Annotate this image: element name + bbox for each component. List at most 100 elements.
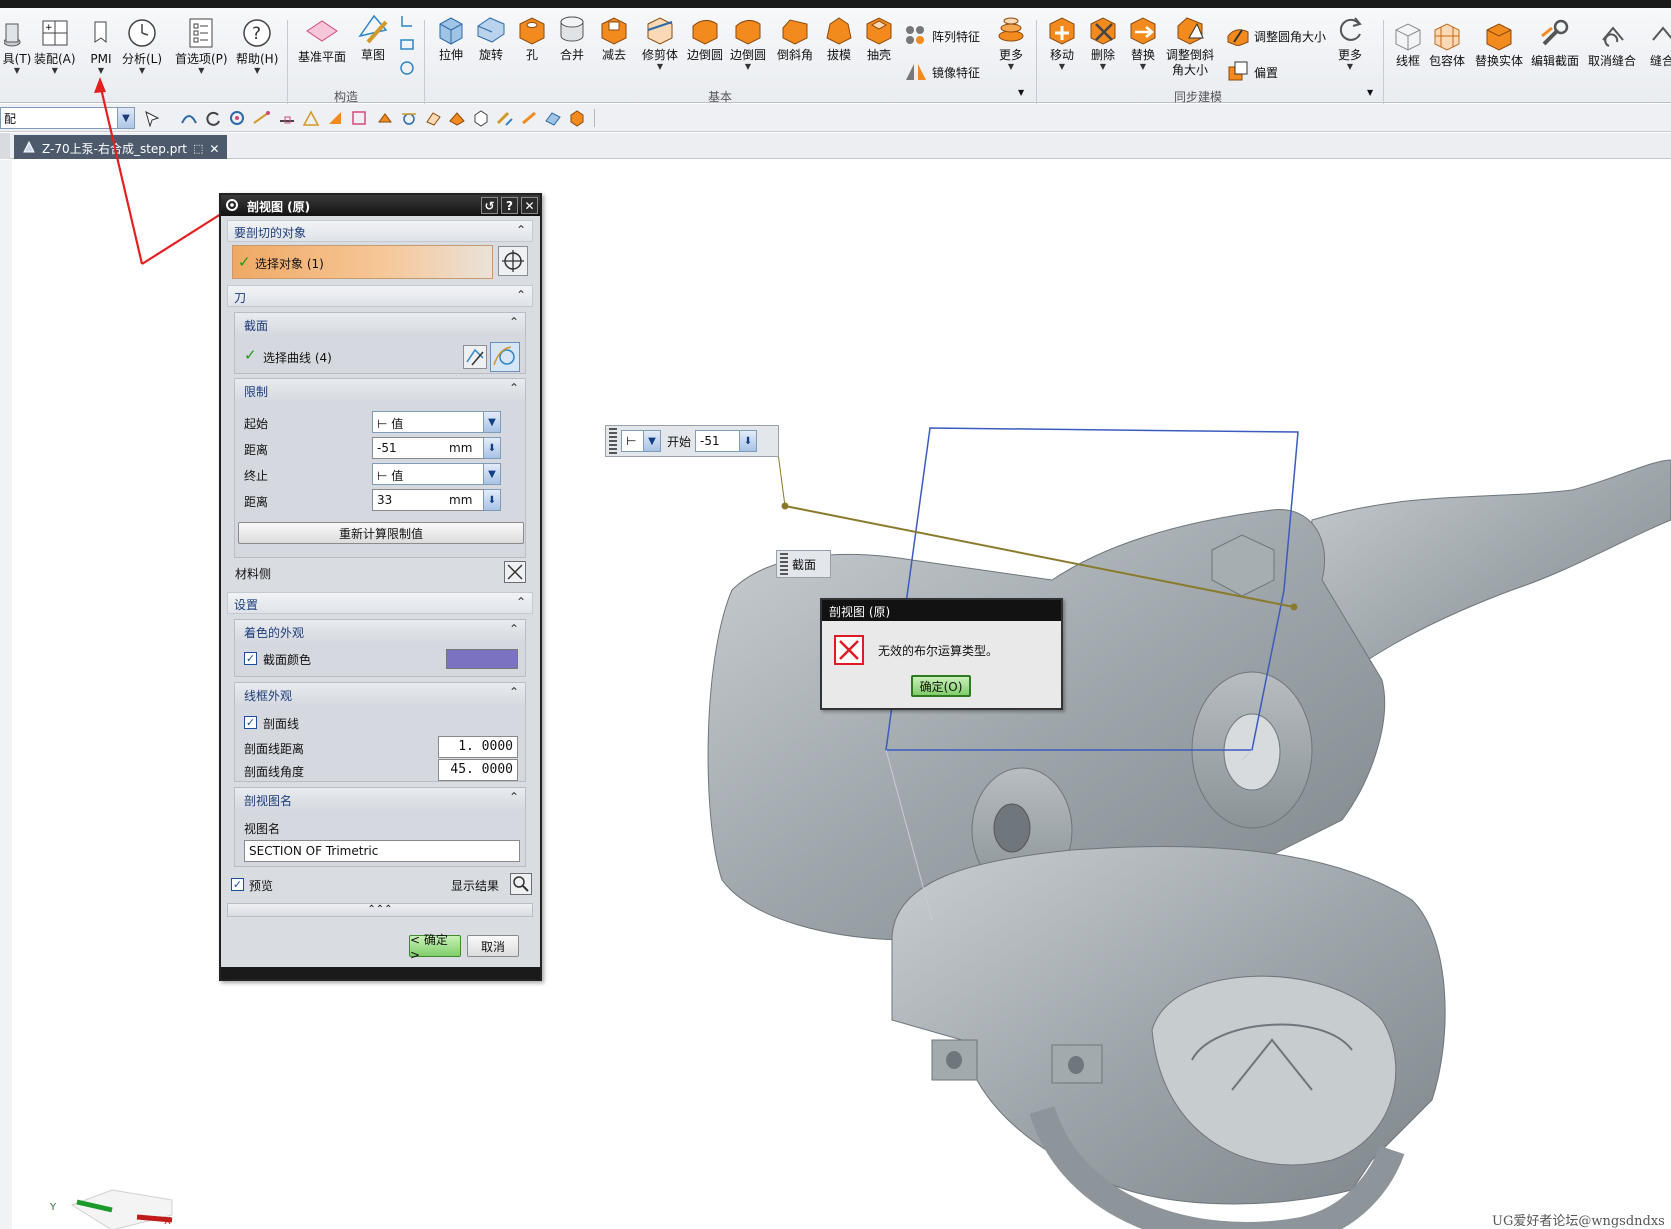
error-ok-button[interactable]: 确定(O) [911,675,971,697]
knife-header[interactable]: 刀 ⌃ [227,285,533,307]
offset-region-icon [1226,60,1250,85]
end-distance-menu[interactable]: ⬇ [483,489,501,511]
help-icon[interactable]: ? [501,197,518,214]
wireframe-appearance-header[interactable]: 线框外观 ⌃ [235,683,525,705]
sync-group-expand-icon[interactable]: ▼ [1367,88,1373,97]
unite-button[interactable]: 合并 [555,12,589,63]
snap-pole-icon[interactable] [520,109,538,127]
select-object-row[interactable]: ✓ 选择对象 (1) [232,245,493,279]
sketch-curve-tools[interactable] [398,12,416,82]
close-icon[interactable]: ✕ [521,197,538,214]
error-message: 无效的布尔运算类型。 [878,644,999,658]
resize-blend-button[interactable]: 调整圆角大小 [1226,24,1326,49]
edge-blend-2-button[interactable]: 边倒圆 ▼ [730,12,766,71]
wrap-body-icon [1430,18,1464,52]
replace-face-button[interactable]: 替换 ▼ [1126,12,1160,71]
subtract-button[interactable]: 减去 [597,12,631,63]
revolve-button[interactable]: 旋转 [474,12,508,63]
snap-surface-icon[interactable] [544,109,562,127]
hatch-checkbox[interactable]: ✓ [244,716,257,729]
sketch-button[interactable]: 草图 [356,12,390,63]
material-side-flip-icon[interactable] [504,561,526,583]
snap-bounded-icon[interactable] [448,109,466,127]
limits-subpanel: 限制 ⌃ 起始 ⊢ 值 ▼ 距离 -51 mm ⬇ 终止 ⊢ 值 ▼ 距离 33 mm ⬇… [234,378,526,558]
curve-select-icon[interactable] [490,342,520,372]
edge-blend-button[interactable]: 边倒圆 [687,12,723,63]
preview-checkbox[interactable]: ✓ [231,878,244,891]
hatch-distance-field[interactable]: 1. 0000 [438,736,518,758]
sew-button[interactable]: 缝合 [1645,18,1671,69]
start-distance-field[interactable]: -51 mm [372,437,484,459]
trim-body-button[interactable]: 修剪体 ▼ [642,12,678,71]
sketch-section-icon[interactable] [463,345,487,369]
unsew-button[interactable]: 取消缝合 [1588,18,1636,69]
draft-button[interactable]: 拔模 [822,12,856,63]
wireframe-button[interactable]: 线框 [1391,18,1425,69]
wrap-body-button[interactable]: 包容体 [1429,18,1465,69]
value-limit-icon: ⊢ [377,417,392,431]
drag-grip-icon[interactable] [609,428,617,454]
start-distance-menu[interactable]: ⬇ [483,437,501,459]
end-limit-select[interactable]: ⊢ 值 ▼ [372,463,501,485]
more-basic-button[interactable]: 更多 ▼ [994,12,1028,71]
wrench-icon [1538,18,1572,52]
check-icon: ✓ [238,253,251,271]
start-distance-input[interactable]: -51 ⬇ [695,430,758,452]
more-options-expand[interactable]: ⌃⌃⌃ [227,903,533,917]
hole-button[interactable]: 孔 [515,12,549,63]
delete-face-button[interactable]: 删除 ▼ [1086,12,1120,71]
chamfer-button[interactable]: 倒斜角 [777,12,813,63]
dialog-title-bar[interactable]: 剖视图 (原) ↺ ? ✕ [221,195,540,216]
resize-chamfer-button[interactable]: 调整倒斜 角大小 [1166,12,1214,78]
hatch-angle-field[interactable]: 45. 0000 [438,759,518,781]
cancel-button[interactable]: 取消 [467,935,519,957]
snap-body-icon[interactable] [472,109,490,127]
more-sync-button[interactable]: 更多 ▼ [1333,12,1367,71]
reset-icon[interactable]: ↺ [481,197,498,214]
shaded-appearance-header[interactable]: 着色的外观 ⌃ [235,620,525,642]
limits-subpanel-header[interactable]: 限制 ⌃ [235,379,525,401]
move-face-button[interactable]: 移动 ▼ [1045,12,1079,71]
drag-grip-icon[interactable] [780,553,788,575]
offset-region-button[interactable]: 偏置 [1226,60,1278,85]
sketch-icon [356,12,390,46]
section-color-checkbox[interactable]: ✓ [244,652,257,665]
start-limit-select[interactable]: ⊢ 值 ▼ [372,411,501,433]
check-icon: ✓ [244,346,257,364]
replace-solid-button[interactable]: 替换实体 [1475,18,1523,69]
section-subpanel: 截面 ⌃ ✓ 选择曲线 (4) [234,312,526,374]
error-dialog-title[interactable]: 剖视图 (原) [822,600,1061,621]
section-objects-header[interactable]: 要剖切的对象 ⌃ [227,220,533,242]
magnifier-icon[interactable] [510,873,532,895]
snap-sketch-icon[interactable] [496,109,514,127]
start-limit-type-select[interactable]: ⊢ ▼ [621,430,661,452]
view-name-field[interactable]: SECTION OF Trimetric [244,840,520,862]
mirror-feature-button[interactable]: 镜像特征 [904,60,980,85]
section-subpanel-header[interactable]: 截面 ⌃ [235,313,525,335]
edit-section-button[interactable]: 编辑截面 [1531,18,1579,69]
draft-icon [822,12,856,46]
pattern-icon [904,24,928,49]
collapse-icon: ⌃ [508,790,519,804]
snap-quadrant-icon[interactable] [376,109,394,127]
crosshair-select-icon[interactable] [498,246,528,276]
section-handle-label: 截面 [776,550,831,578]
view-name-header[interactable]: 剖视图名 ⌃ [235,788,525,810]
snap-solid-icon[interactable] [568,109,586,127]
basic-group-expand-icon[interactable]: ▼ [1018,88,1024,97]
settings-header[interactable]: 设置 ⌃ [227,592,533,614]
extrude-button[interactable]: 拉伸 [434,12,468,63]
recompute-limits-button[interactable]: 重新计算限制值 [238,522,524,544]
gear-icon[interactable] [224,197,240,216]
snap-tangent-icon[interactable] [400,109,418,127]
snap-face-icon[interactable] [424,109,442,127]
collapse-icon: ⌃ [508,315,519,329]
end-distance-field[interactable]: 33 mm [372,489,484,511]
ok-button[interactable]: < 确定 > [409,933,461,962]
shell-button[interactable]: 抽壳 [862,12,896,63]
delete-face-icon [1086,12,1120,46]
pattern-feature-button[interactable]: 阵列特征 [904,24,980,49]
section-color-swatch[interactable] [446,649,518,669]
wireframe-icon [1391,18,1425,52]
snap-center-icon[interactable] [350,109,368,127]
